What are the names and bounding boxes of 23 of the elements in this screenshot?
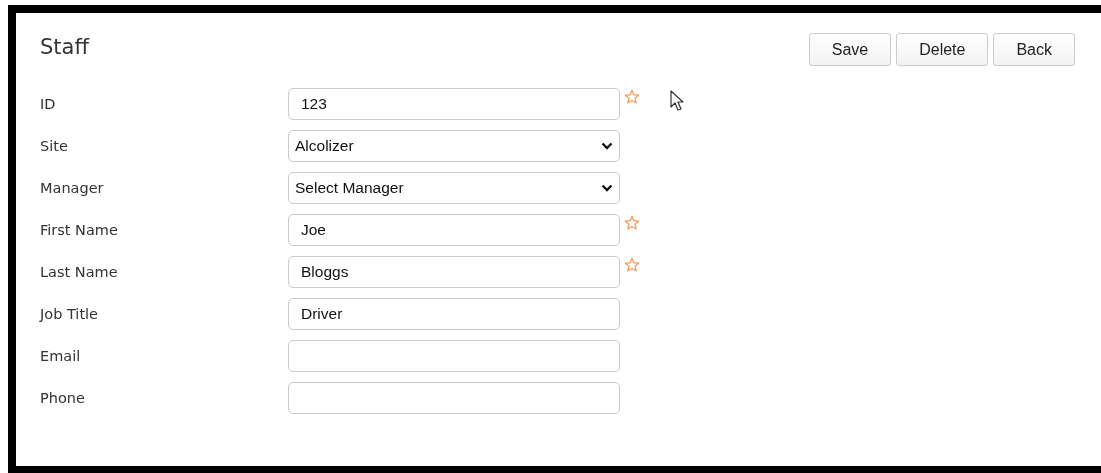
input-field[interactable] [288,382,620,414]
input-field[interactable] [288,340,620,372]
field-label: Email [40,348,82,364]
input-field[interactable]: Driver [288,298,620,330]
dropdown-field[interactable]: Select Manager [288,172,620,204]
field-label: Last Name [40,264,119,280]
field-label: First Name [40,222,119,238]
chevron-down-icon [601,142,613,150]
field-label: Phone [40,390,86,406]
input-field[interactable]: Joe [288,214,620,246]
field-label: Job Title [40,306,100,322]
save-button[interactable]: Save [808,33,892,66]
field-label: ID [40,96,57,112]
back-button[interactable]: Back [993,33,1075,66]
input-field[interactable]: Bloggs [288,256,620,288]
field-label: Site [40,138,69,154]
dropdown-field[interactable]: Alcolizer [288,130,620,162]
cursor-icon [670,90,686,112]
delete-button[interactable]: Delete [896,33,989,66]
input-field[interactable]: 123 [288,88,620,120]
chevron-down-icon [601,184,613,192]
page-title: Staff [40,35,89,59]
field-label: Manager [40,180,105,196]
